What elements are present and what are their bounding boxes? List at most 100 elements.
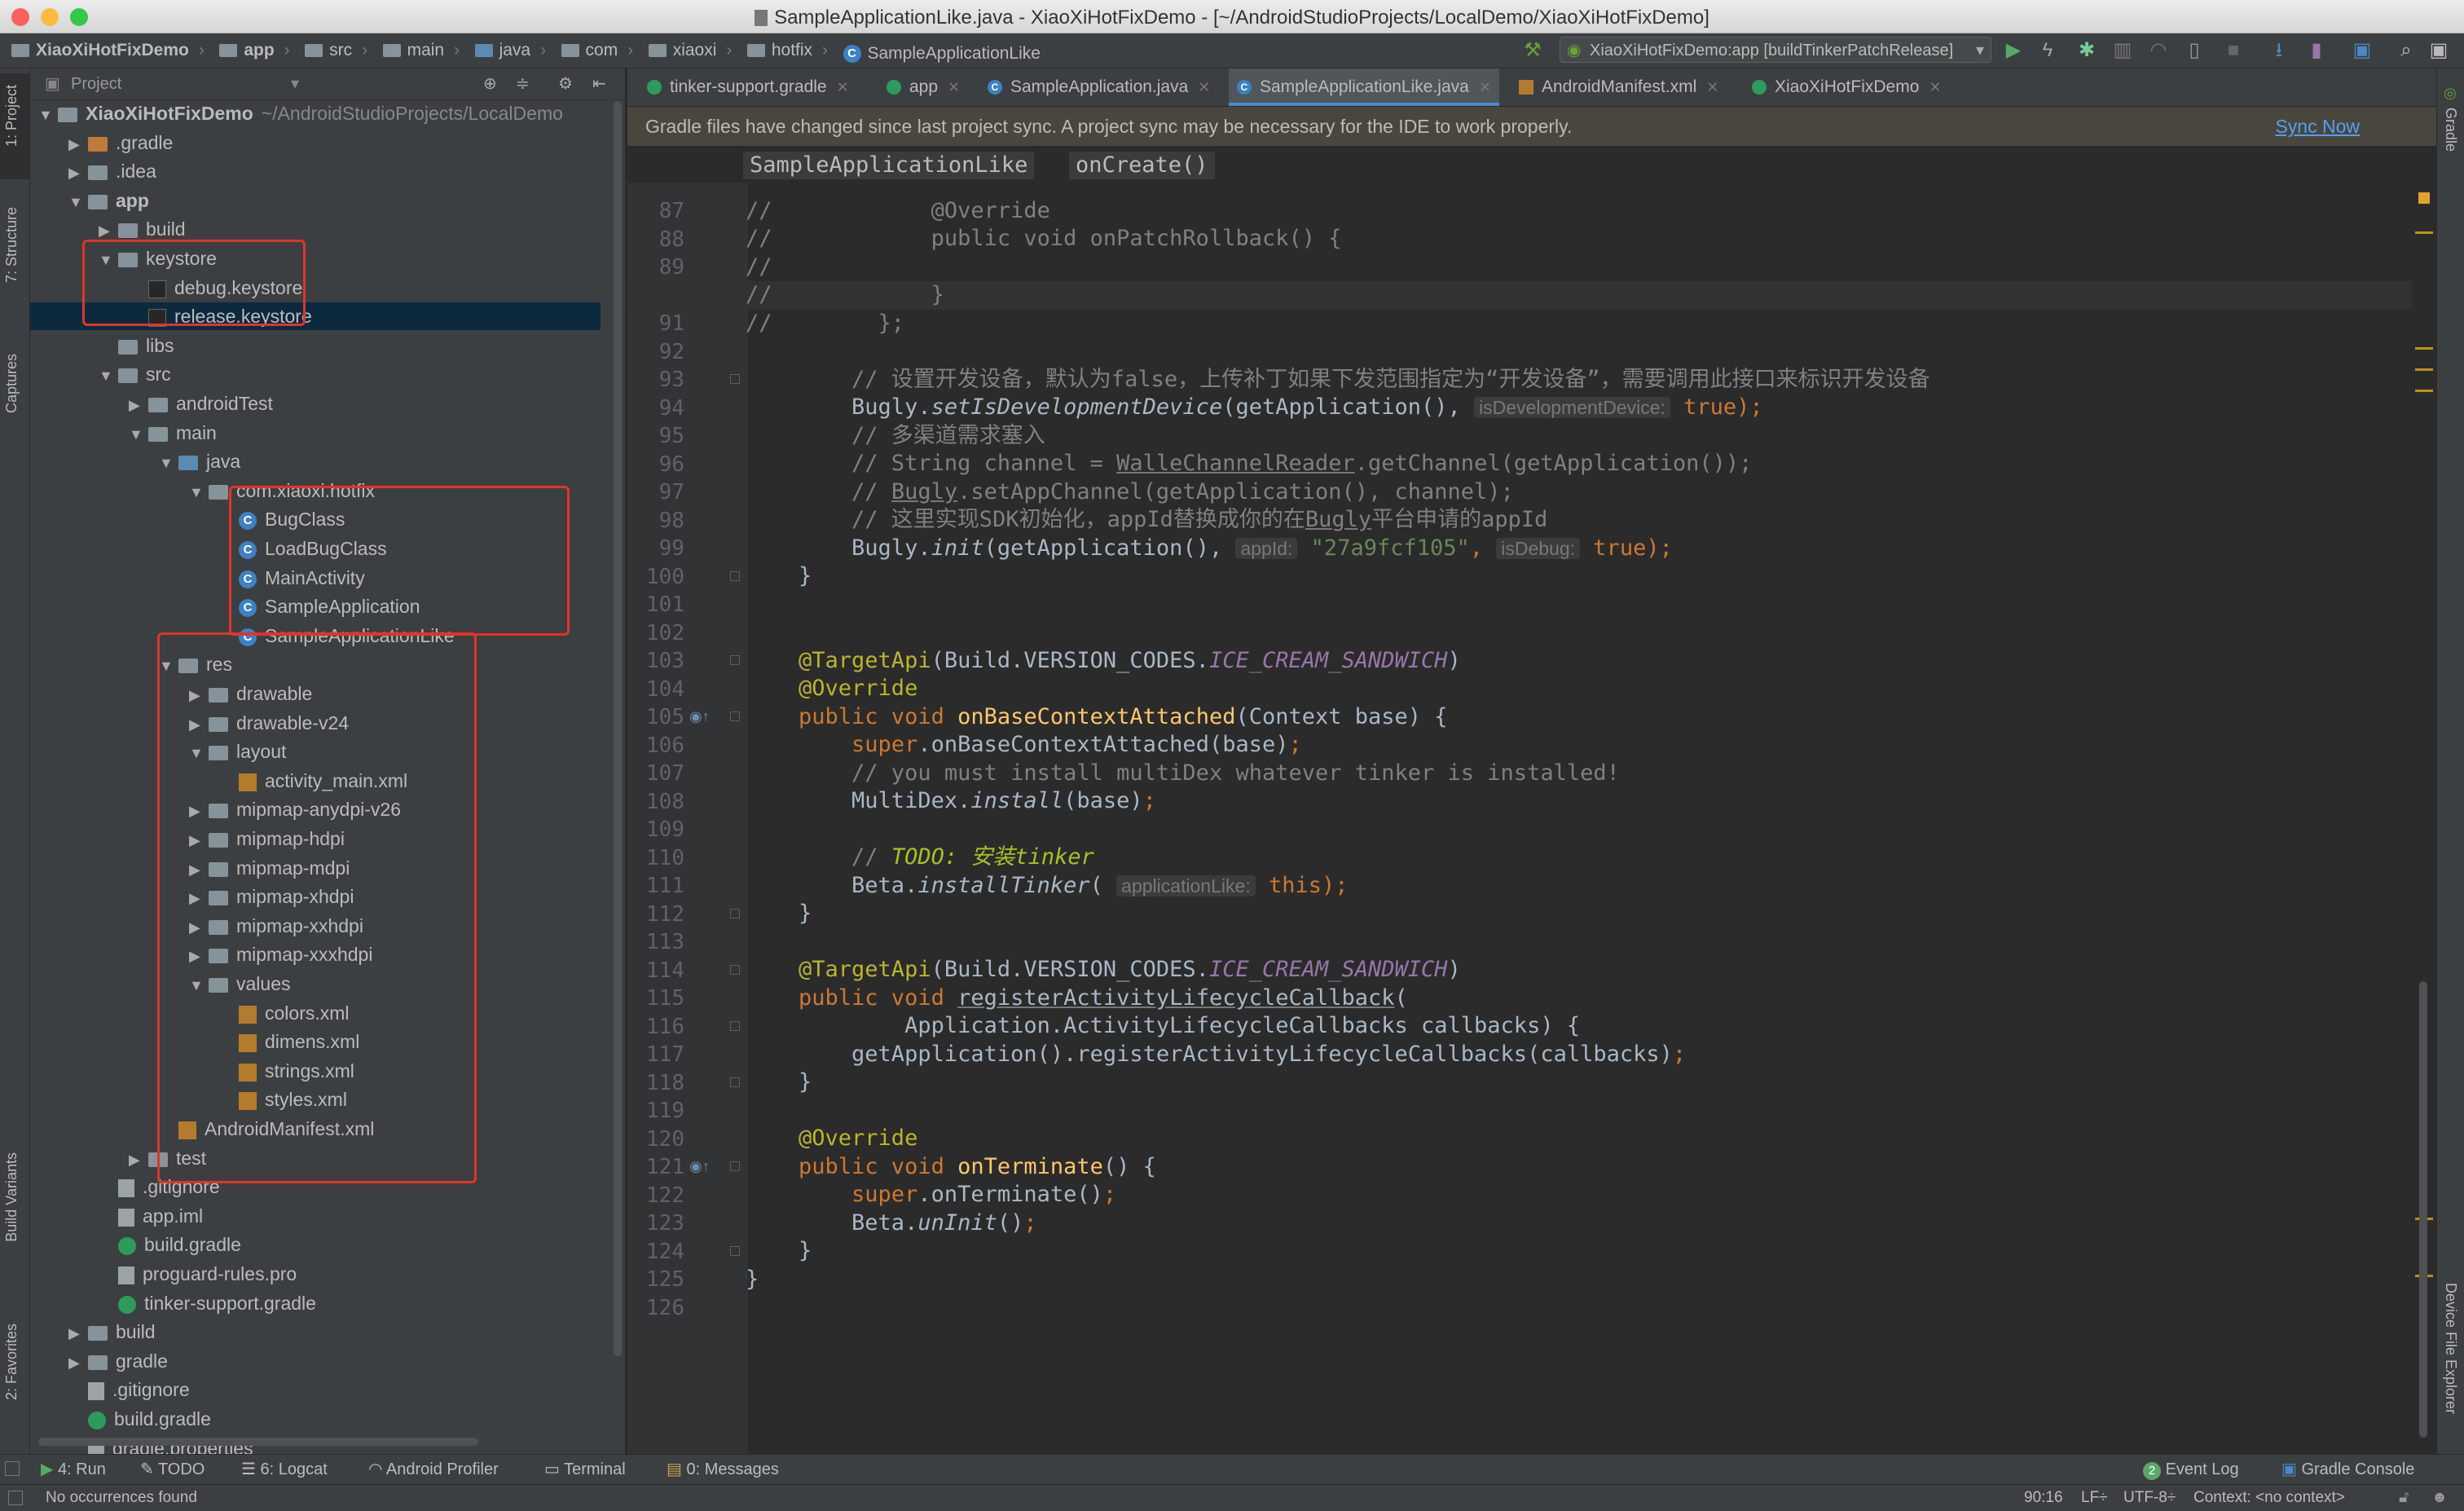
hide-panel-icon[interactable]: ⇤ [592, 68, 606, 99]
tool-android-profiler[interactable]: ◠ Android Profiler [368, 1455, 499, 1484]
breadcrumb-app[interactable]: app › [219, 33, 290, 68]
sync-gradle-icon[interactable]: ⭳ [2268, 40, 2290, 61]
debug-icon[interactable]: ✱ [2076, 40, 2097, 61]
breadcrumb-com[interactable]: com › [561, 33, 633, 68]
tool-tab-structure[interactable]: 7: Structure [3, 207, 20, 283]
tab-app[interactable]: app ✕ [878, 68, 968, 106]
breadcrumb-class[interactable]: C SampleApplicationLike [843, 37, 1041, 71]
tree-node[interactable]: ▼ src [30, 360, 601, 388]
chevron-right-icon[interactable]: ▶ [129, 1146, 148, 1174]
editor-scrollbar-thumb[interactable] [2419, 981, 2427, 1438]
warning-mark[interactable] [2415, 347, 2433, 350]
apply-changes-icon[interactable]: ϟ [2037, 40, 2058, 61]
gear-icon[interactable]: ⚙ [558, 68, 573, 99]
caret-position[interactable]: 90:16 [2024, 1485, 2063, 1511]
horizontal-scrollbar[interactable] [38, 1438, 478, 1446]
chevron-down-icon[interactable]: ▼ [129, 421, 148, 448]
tool-tab-favorites[interactable]: 2: Favorites [3, 1324, 20, 1400]
lock-icon[interactable]: 🔓︎ [2399, 1485, 2409, 1511]
error-stripe[interactable] [2412, 183, 2435, 1454]
tool-tab-build-variants[interactable]: Build Variants [3, 1152, 20, 1242]
tree-node[interactable]: ▼ app [30, 187, 601, 214]
tool-gradle-console[interactable]: ▣ Gradle Console [2281, 1455, 2414, 1484]
chevron-right-icon[interactable]: ▶ [129, 391, 148, 419]
chevron-right-icon[interactable]: ▶ [68, 1319, 88, 1347]
line-separator[interactable]: LF÷ [2081, 1485, 2108, 1511]
tool-logcat[interactable]: ☰ 6: Logcat [241, 1455, 328, 1484]
chevron-down-icon[interactable]: ▼ [99, 362, 118, 390]
chevron-right-icon[interactable]: ▶ [68, 159, 88, 187]
tool-run[interactable]: ▶ 4: Run [41, 1455, 106, 1484]
attach-debugger-icon[interactable]: ◠ [2148, 40, 2169, 61]
tab-sample-application[interactable]: C SampleApplication.java ✕ [979, 68, 1218, 106]
breadcrumb-main[interactable]: main › [382, 33, 460, 68]
scroll-from-source-icon[interactable]: ⊕ [483, 68, 497, 99]
tool-terminal[interactable]: ▭ Terminal [544, 1455, 626, 1484]
tree-node[interactable]: .gitignore [30, 1376, 601, 1403]
breadcrumb-project[interactable]: XiaoXiHotFixDemo › [11, 33, 205, 68]
file-encoding[interactable]: UTF-8÷ [2123, 1485, 2176, 1511]
chevron-down-icon[interactable]: ▼ [38, 101, 58, 129]
tab-android-manifest[interactable]: AndroidManifest.xml ✕ [1511, 68, 1727, 106]
sync-now-link[interactable]: Sync Now [2275, 107, 2360, 146]
tree-node[interactable]: ▼ XiaoXiHotFixDemo ~/AndroidStudioProjects… [30, 99, 601, 127]
tool-windows-toggle-icon[interactable] [5, 1461, 20, 1476]
breadcrumb-method-name[interactable]: onCreate() [1069, 152, 1215, 179]
tool-tab-device-file-explorer[interactable]: Device File Explorer [2442, 1283, 2459, 1414]
project-view-select[interactable]: Project [71, 75, 121, 93]
tree-node[interactable]: ▶ gradle [30, 1347, 601, 1375]
close-icon[interactable]: ✕ [948, 79, 960, 95]
breadcrumb-xiaoxi[interactable]: xiaoxi › [648, 33, 732, 68]
tool-tab-project[interactable]: 1: Project [3, 85, 20, 147]
code-editor[interactable]: 8788899091929394959697989910010110210310… [627, 183, 2435, 1454]
breadcrumb-java[interactable]: java › [474, 33, 546, 68]
chevron-right-icon[interactable]: ▶ [68, 130, 88, 158]
device-icon[interactable]: ▯ [2184, 40, 2205, 61]
warning-mark[interactable] [2415, 368, 2433, 371]
tool-tab-captures[interactable]: Captures [3, 354, 20, 413]
collapse-all-icon[interactable]: ≑ [516, 68, 530, 99]
user-icon[interactable]: ▣ [2428, 40, 2449, 61]
context-indicator[interactable]: Context: <no context> [2193, 1485, 2345, 1511]
warning-indicator[interactable] [2418, 192, 2430, 204]
tree-node[interactable]: ▶ .gradle [30, 129, 601, 156]
profile-icon[interactable]: ▥ [2112, 40, 2133, 61]
tree-node[interactable]: build.gradle [30, 1231, 601, 1258]
avd-manager-icon[interactable]: ▮ [2306, 40, 2327, 61]
tree-node[interactable]: tinker-support.gradle [30, 1289, 601, 1317]
close-icon[interactable]: ✕ [1198, 79, 1210, 95]
tree-node[interactable]: ▶ build [30, 1318, 601, 1346]
tree-node[interactable]: ▶ androidTest [30, 390, 601, 417]
close-icon[interactable]: ✕ [1706, 79, 1718, 95]
breadcrumb-src[interactable]: src › [305, 33, 367, 68]
breadcrumb-hotfix[interactable]: hotfix › [746, 33, 828, 68]
inspector-icon[interactable]: ☻ [2431, 1485, 2448, 1511]
tab-xiaoxihotfixdemo[interactable]: XiaoXiHotFixDemo ✕ [1744, 68, 1950, 106]
tool-tab-gradle[interactable]: Gradle [2442, 108, 2459, 152]
close-icon[interactable]: ✕ [1929, 79, 1941, 95]
make-project-hammer-icon[interactable]: ⚒ [1522, 40, 1543, 61]
status-toggle-icon[interactable] [8, 1491, 23, 1505]
vertical-scrollbar[interactable] [614, 101, 622, 1356]
tool-todo[interactable]: ✎ TODO [140, 1455, 205, 1484]
tree-node[interactable]: libs [30, 332, 601, 359]
search-icon[interactable]: ⌕ [2396, 40, 2417, 61]
chevron-right-icon[interactable]: ▶ [68, 1349, 88, 1377]
project-structure-icon[interactable]: ▣ [2352, 40, 2373, 61]
chevron-down-icon[interactable]: ▾ [291, 68, 299, 99]
tree-node[interactable]: proguard-rules.pro [30, 1260, 601, 1288]
warning-mark[interactable] [2415, 231, 2433, 234]
breadcrumb-class-name[interactable]: SampleApplicationLike [743, 152, 1035, 179]
chevron-down-icon[interactable]: ▼ [189, 478, 209, 506]
warning-mark[interactable] [2415, 390, 2433, 392]
tab-sample-application-like[interactable]: C SampleApplicationLike.java ✕ [1229, 68, 1499, 106]
run-icon[interactable]: ▶ [2003, 40, 2024, 61]
tree-node[interactable]: app.iml [30, 1202, 601, 1230]
chevron-down-icon[interactable]: ▼ [68, 188, 88, 216]
close-icon[interactable]: ✕ [1479, 79, 1491, 95]
tree-node[interactable]: ▶ .idea [30, 157, 601, 185]
tree-node[interactable]: ▼ main [30, 419, 601, 447]
tool-event-log[interactable]: 2 Event Log [2143, 1455, 2239, 1484]
tab-tinker-support-gradle[interactable]: tinker-support.gradle ✕ [639, 68, 857, 106]
chevron-down-icon[interactable]: ▼ [159, 449, 178, 477]
